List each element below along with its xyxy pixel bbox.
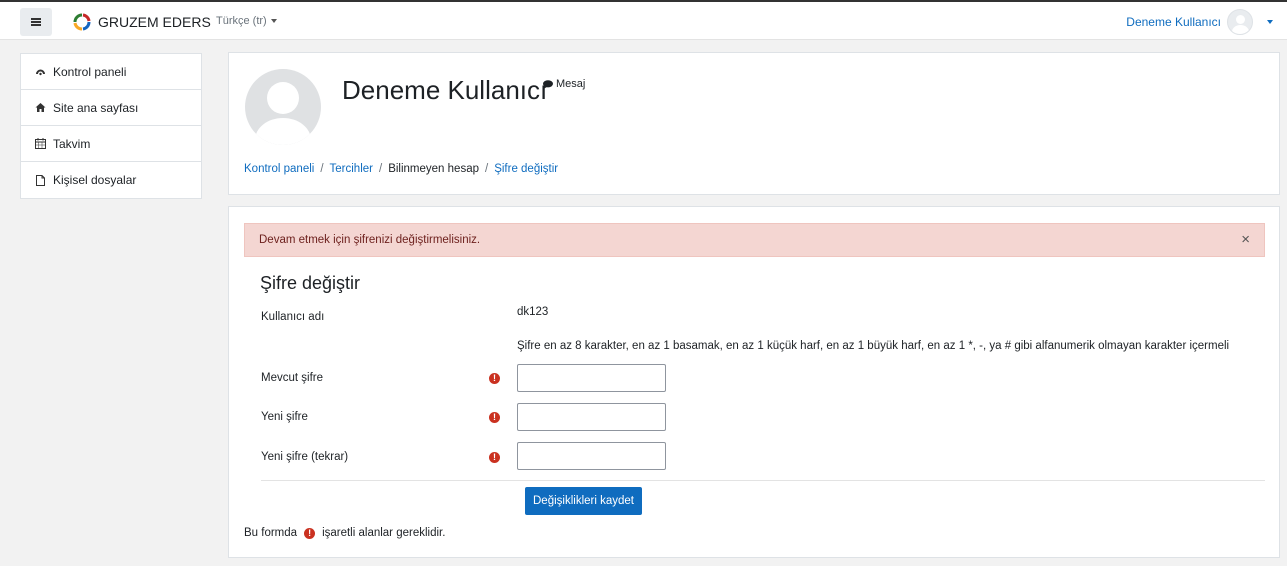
new-password-confirm-input[interactable] xyxy=(517,442,666,470)
required-icon: ! xyxy=(489,452,500,463)
calendar-icon xyxy=(35,138,46,149)
nav-item-site-home[interactable]: Site ana sayfası xyxy=(21,90,201,126)
language-menu[interactable]: Türkçe ‎(tr)‎ xyxy=(216,15,277,27)
close-icon[interactable]: × xyxy=(1241,232,1250,247)
nav-item-label: Takvim xyxy=(53,136,91,151)
comment-icon xyxy=(543,79,553,89)
required-icon: ! xyxy=(489,373,500,384)
menu-toggle-button[interactable] xyxy=(20,8,52,36)
form-title: Şifre değiştir xyxy=(260,273,361,293)
new-password-confirm-label: Yeni şifre (tekrar) xyxy=(261,451,349,463)
file-icon xyxy=(35,174,46,186)
required-icon: ! xyxy=(489,412,500,423)
username-label: Kullanıcı adı xyxy=(261,311,325,323)
home-icon xyxy=(35,102,46,113)
page-title: Deneme Kullanıcı xyxy=(342,75,548,105)
breadcrumb-preferences[interactable]: Tercihler xyxy=(330,163,373,175)
dashboard-icon xyxy=(35,66,46,77)
nav-item-dashboard[interactable]: Kontrol paneli xyxy=(21,54,201,90)
brand-name: GRUZEM EDERS xyxy=(98,14,211,30)
current-password-label: Mevcut şifre xyxy=(261,372,323,384)
user-menu[interactable]: Deneme Kullanıcı xyxy=(1126,8,1273,36)
breadcrumb-separator: / xyxy=(484,163,489,175)
current-password-input[interactable] xyxy=(517,364,666,392)
site-brand[interactable]: GRUZEM EDERS xyxy=(72,10,211,34)
page-header: Deneme Kullanıcı Mesaj Kontrol paneli / … xyxy=(228,52,1280,195)
caret-down-icon xyxy=(270,19,277,24)
nav-item-private-files[interactable]: Kişisel dosyalar xyxy=(21,162,201,198)
top-navbar: GRUZEM EDERS Türkçe ‎(tr)‎ Deneme Kullan… xyxy=(0,0,1287,40)
breadcrumb-unknown-account: Bilinmeyen hesap xyxy=(388,163,479,175)
breadcrumb-dashboard[interactable]: Kontrol paneli xyxy=(244,163,314,175)
breadcrumb-separator: / xyxy=(320,163,324,175)
logo-icon xyxy=(73,13,91,31)
user-name: Deneme Kullanıcı xyxy=(1126,15,1221,29)
nav-item-label: Kişisel dosyalar xyxy=(53,173,137,187)
password-policy: Şifre en az 8 karakter, en az 1 basamak,… xyxy=(517,340,1230,352)
breadcrumb-change-password[interactable]: Şifre değiştir xyxy=(494,163,558,175)
username-value: dk123 xyxy=(517,306,549,318)
required-note-suffix: işaretli alanlar gereklidir. xyxy=(322,527,446,539)
required-icon: ! xyxy=(304,527,316,539)
breadcrumb-separator: / xyxy=(379,163,383,175)
left-navigation: Kontrol paneli Site ana sayfası Takvim K… xyxy=(20,53,202,199)
avatar xyxy=(1227,9,1253,35)
message-button[interactable]: Mesaj xyxy=(543,78,585,90)
message-label: Mesaj xyxy=(556,78,586,90)
required-note: Bu formda ! işaretli alanlar gereklidir. xyxy=(244,527,445,539)
hamburger-icon xyxy=(31,18,41,26)
nav-item-label: Kontrol paneli xyxy=(53,64,127,79)
nav-item-calendar[interactable]: Takvim xyxy=(21,126,201,162)
breadcrumb: Kontrol paneli / Tercihler / Bilinmeyen … xyxy=(244,163,558,175)
caret-down-icon xyxy=(1267,20,1273,24)
alert-message: Devam etmek için şifrenizi değiştirmelis… xyxy=(244,223,1265,257)
language-label: Türkçe ‎(tr)‎ xyxy=(216,15,267,27)
avatar xyxy=(245,69,321,145)
nav-item-label: Site ana sayfası xyxy=(53,100,139,115)
form-divider xyxy=(261,480,1265,481)
new-password-label: Yeni şifre xyxy=(261,411,308,423)
new-password-input[interactable] xyxy=(517,403,666,431)
alert-text: Devam etmek için şifrenizi değiştirmelis… xyxy=(259,234,481,246)
save-changes-button[interactable]: Değişiklikleri kaydet xyxy=(525,487,642,515)
main-content: Devam etmek için şifrenizi değiştirmelis… xyxy=(228,206,1280,558)
required-note-prefix: Bu formda xyxy=(244,527,298,539)
